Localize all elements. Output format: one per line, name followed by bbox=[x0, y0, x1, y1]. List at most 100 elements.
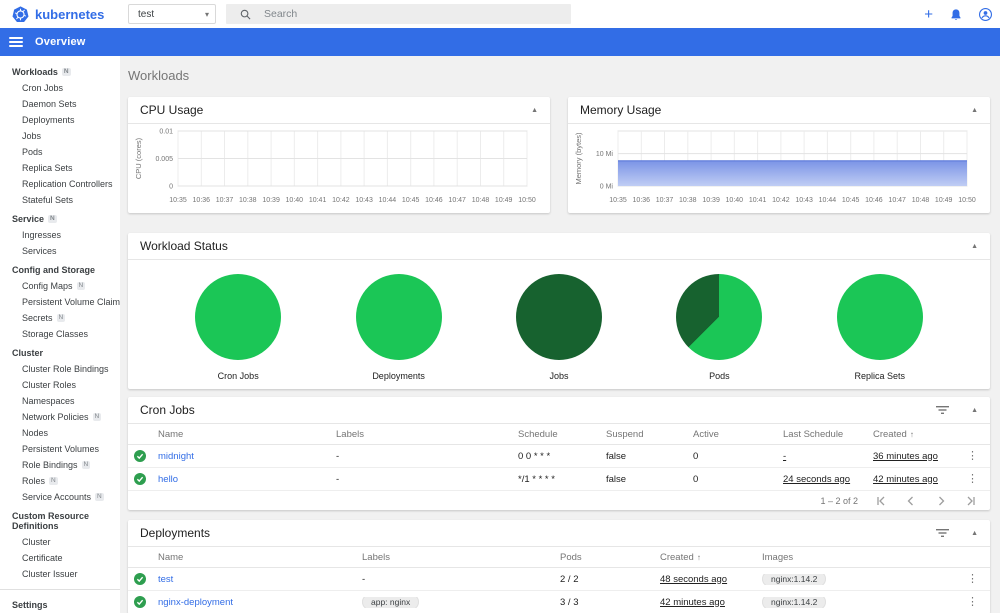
sidebar-item-persistent-volume-claims[interactable]: Persistent Volume ClaimsN bbox=[0, 294, 120, 310]
sidebar-item-jobs[interactable]: Jobs bbox=[0, 128, 120, 144]
created-value[interactable]: 42 minutes ago bbox=[873, 474, 938, 485]
sidebar-item-deployments[interactable]: Deployments bbox=[0, 112, 120, 128]
collapse-caret-icon[interactable]: ▲ bbox=[971, 107, 978, 114]
column-header-active[interactable]: Active bbox=[693, 429, 783, 440]
sidebar-item-roles[interactable]: Roles N bbox=[0, 473, 120, 489]
sidebar-item-services[interactable]: Services bbox=[0, 243, 120, 259]
sidebar-item-namespaces[interactable]: Namespaces bbox=[0, 393, 120, 409]
sidebar-item-stateful-sets[interactable]: Stateful Sets bbox=[0, 192, 120, 208]
namespaced-badge: N bbox=[49, 476, 58, 486]
cron-job-last-schedule[interactable]: 24 seconds ago bbox=[783, 474, 873, 485]
cron-job-last-schedule[interactable]: - bbox=[783, 451, 873, 462]
cron-job-created[interactable]: 36 minutes ago bbox=[873, 451, 959, 462]
sidebar-item-replication-controllers[interactable]: Replication Controllers bbox=[0, 176, 120, 192]
namespace-selector[interactable]: test ▾ bbox=[128, 4, 216, 24]
column-header-created[interactable]: Created ↑ bbox=[660, 552, 762, 563]
kubernetes-logo[interactable]: kubernetes bbox=[0, 5, 120, 23]
cron-job-active: 0 bbox=[693, 473, 699, 485]
column-header-suspend[interactable]: Suspend bbox=[606, 429, 693, 440]
kebab-menu-icon[interactable]: ⋮ bbox=[967, 596, 978, 608]
last-schedule-value[interactable]: 24 seconds ago bbox=[783, 474, 850, 485]
notifications-bell-icon[interactable] bbox=[950, 8, 962, 21]
cron-job-created[interactable]: 42 minutes ago bbox=[873, 474, 959, 485]
filter-icon[interactable] bbox=[936, 405, 950, 415]
column-header-images[interactable]: Images bbox=[762, 552, 942, 563]
kebab-menu-icon[interactable]: ⋮ bbox=[967, 573, 978, 585]
column-header-labels[interactable]: Labels bbox=[362, 552, 560, 563]
created-value[interactable]: 42 minutes ago bbox=[660, 597, 725, 608]
create-resource-icon[interactable]: + bbox=[924, 7, 933, 22]
collapse-caret-icon[interactable]: ▲ bbox=[531, 107, 538, 114]
sidebar-item-ingresses[interactable]: Ingresses bbox=[0, 227, 120, 243]
collapse-caret-icon[interactable]: ▲ bbox=[971, 243, 978, 250]
user-account-icon[interactable] bbox=[979, 7, 992, 21]
sidebar-item-replica-sets[interactable]: Replica Sets bbox=[0, 160, 120, 176]
label-chip: app: nginx bbox=[362, 596, 420, 608]
workload-status-card: Workload Status ▲ Cron Jobs Deployments Jo… bbox=[128, 233, 990, 389]
created-value[interactable]: 36 minutes ago bbox=[873, 451, 938, 462]
sidebar-item-role-bindings[interactable]: Role Bindings N bbox=[0, 457, 120, 473]
previous-page-icon[interactable] bbox=[906, 496, 916, 506]
sidebar-item-certificate[interactable]: Certificate bbox=[0, 550, 120, 566]
sidebar-item-secrets[interactable]: Secrets N bbox=[0, 310, 120, 326]
sidebar-item-cluster-issuer[interactable]: Cluster Issuer bbox=[0, 566, 120, 582]
kebab-menu-icon[interactable]: ⋮ bbox=[967, 450, 978, 462]
sidebar-section-cluster[interactable]: Cluster bbox=[0, 342, 120, 361]
sidebar-item-daemon-sets[interactable]: Daemon Sets bbox=[0, 96, 120, 112]
column-header-created[interactable]: Created ↑ bbox=[873, 429, 959, 440]
sidebar-item-persistent-volumes[interactable]: Persistent Volumes bbox=[0, 441, 120, 457]
next-page-icon[interactable] bbox=[936, 496, 946, 506]
sidebar-section-workloads[interactable]: Workloads N bbox=[0, 61, 120, 80]
sidebar-item-cluster-roles[interactable]: Cluster Roles bbox=[0, 377, 120, 393]
svg-text:10:36: 10:36 bbox=[193, 197, 211, 204]
sidebar-section-service[interactable]: Service N bbox=[0, 208, 120, 227]
sort-ascending-icon: ↑ bbox=[696, 552, 701, 562]
sidebar-item-network-policies[interactable]: Network Policies N bbox=[0, 409, 120, 425]
sidebar-section-config-and-storage[interactable]: Config and Storage bbox=[0, 259, 120, 278]
column-header-labels[interactable]: Labels bbox=[336, 429, 518, 440]
search-bar[interactable] bbox=[226, 4, 571, 24]
deployment-created[interactable]: 48 seconds ago bbox=[660, 574, 762, 585]
first-page-icon[interactable] bbox=[876, 496, 886, 506]
column-header-last-schedule[interactable]: Last Schedule bbox=[783, 429, 873, 440]
search-input[interactable] bbox=[264, 8, 524, 20]
last-page-icon[interactable] bbox=[966, 496, 976, 506]
column-header-name[interactable]: Name bbox=[158, 429, 336, 440]
collapse-caret-icon[interactable]: ▲ bbox=[971, 407, 978, 414]
deployment-name-link[interactable]: test bbox=[158, 574, 362, 585]
header-actions: + bbox=[924, 0, 992, 28]
sidebar-item-pods[interactable]: Pods bbox=[0, 144, 120, 160]
svg-text:10:40: 10:40 bbox=[286, 197, 304, 204]
sidebar-item-cluster-role-bindings[interactable]: Cluster Role Bindings bbox=[0, 361, 120, 377]
pie-chart-cron-jobs[interactable] bbox=[195, 274, 282, 360]
pie-chart-pods[interactable] bbox=[676, 274, 763, 360]
column-header-name[interactable]: Name bbox=[158, 552, 362, 563]
pie-chart-jobs[interactable] bbox=[515, 274, 602, 360]
namespaced-badge: N bbox=[92, 412, 102, 422]
cron-job-name-link[interactable]: midnight bbox=[158, 451, 336, 462]
collapse-caret-icon[interactable]: ▲ bbox=[971, 530, 978, 537]
column-header-schedule[interactable]: Schedule bbox=[518, 429, 606, 440]
deployment-name-link[interactable]: nginx-deployment bbox=[158, 597, 362, 608]
pie-label: Replica Sets bbox=[854, 371, 906, 381]
sidebar-item-cron-jobs[interactable]: Cron Jobs bbox=[0, 80, 120, 96]
sidebar-item-storage-classes[interactable]: Storage Classes bbox=[0, 326, 120, 342]
sidebar-item-settings[interactable]: Settings bbox=[0, 594, 120, 613]
deployment-created[interactable]: 42 minutes ago bbox=[660, 597, 762, 608]
last-schedule-value[interactable]: - bbox=[783, 451, 786, 462]
sidebar-item-nodes[interactable]: Nodes bbox=[0, 425, 120, 441]
kebab-menu-icon[interactable]: ⋮ bbox=[967, 473, 978, 485]
sidebar-item-config-maps[interactable]: Config Maps N bbox=[0, 278, 120, 294]
column-header-pods[interactable]: Pods bbox=[560, 552, 660, 563]
cron-jobs-pagination: 1 – 2 of 2 bbox=[128, 491, 990, 510]
sidebar-item-service-accounts[interactable]: Service Accounts N bbox=[0, 489, 120, 505]
sidebar-item-cluster[interactable]: Cluster bbox=[0, 534, 120, 550]
created-value[interactable]: 48 seconds ago bbox=[660, 574, 727, 585]
cron-job-suspend: false bbox=[606, 473, 627, 485]
pie-chart-deployments[interactable] bbox=[355, 274, 442, 360]
filter-icon[interactable] bbox=[936, 528, 950, 538]
sidebar-section-custom-resource-definitions[interactable]: Custom Resource Definitions bbox=[0, 505, 120, 534]
menu-hamburger-icon[interactable] bbox=[9, 37, 23, 47]
cron-job-name-link[interactable]: hello bbox=[158, 474, 336, 485]
pie-chart-replica-sets[interactable] bbox=[836, 274, 923, 360]
